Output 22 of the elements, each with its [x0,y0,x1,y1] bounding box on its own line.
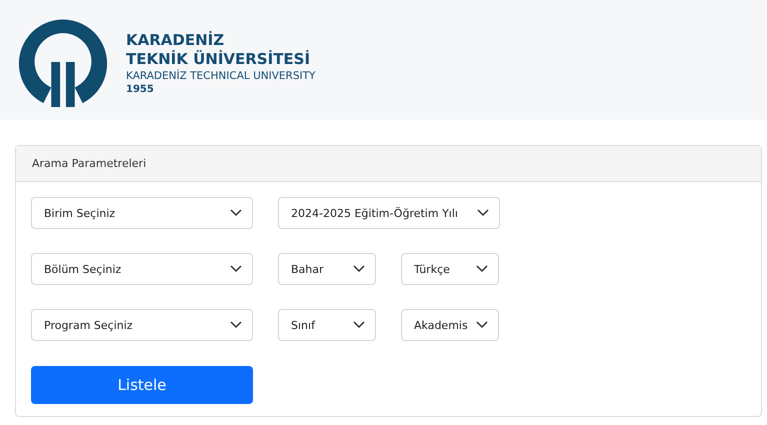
university-name: TEKNİK ÜNİVERSİTESİ [126,50,312,68]
dropdown-select[interactable]: Akademis [401,309,499,341]
panel-title: Arama Parametreleri [32,157,146,170]
chevron-down-icon [476,321,488,329]
chevron-down-icon [476,265,488,273]
dropdown-select[interactable]: Bölüm Seçiniz [31,253,253,285]
university-name: KARADENİZ [126,30,226,50]
list-button[interactable]: Listele [31,366,253,404]
dropdown-select[interactable]: 2024-2025 Eğitim-Öğretim Yılı [278,197,500,229]
dropdown-select[interactable]: Program Seçiniz [31,309,253,341]
chevron-down-icon [353,321,365,329]
dropdown-select[interactable]: Sınıf [278,309,376,341]
dropdown-select[interactable]: Birim Seçiniz [31,197,253,229]
dropdown-select[interactable]: Bahar [278,253,376,285]
chevron-down-icon [230,321,242,329]
founding-year: 1955 [126,82,155,96]
chevron-down-icon [230,209,242,217]
university-subtitle: KARADENİZ TECHNICAL UNIVERSITY [126,68,316,82]
chevron-down-icon [353,265,365,273]
chevron-down-icon [230,265,242,273]
chevron-down-icon [477,209,489,217]
dropdown-select[interactable]: Türkçe [401,253,499,285]
